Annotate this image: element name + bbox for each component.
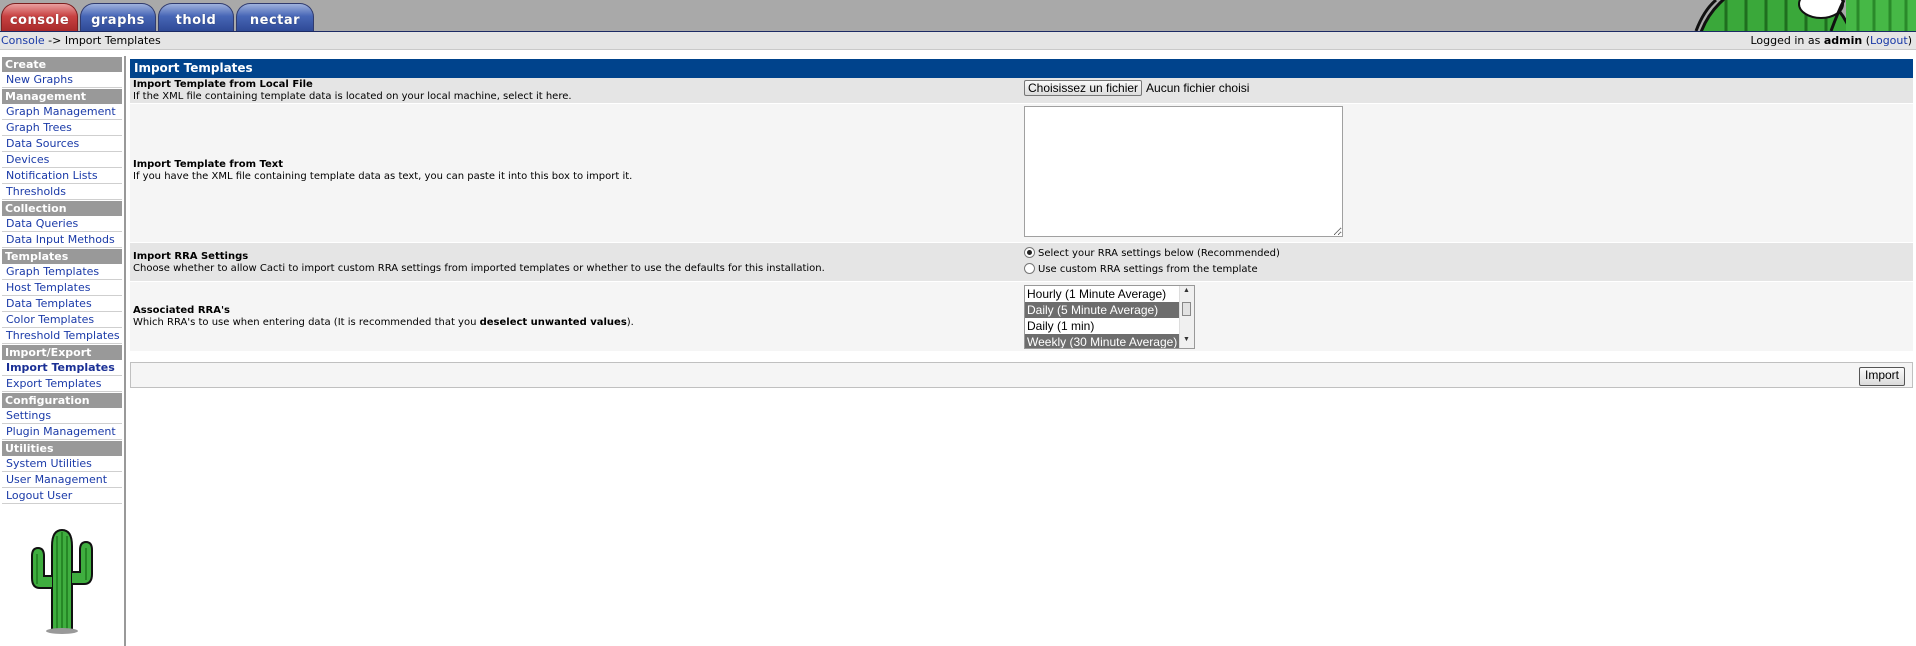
rra-option-recommended[interactable]: Select your RRA settings below (Recommen…: [1024, 246, 1280, 262]
top-tab-bar: console graphs thold nectar: [0, 0, 1916, 32]
scroll-up-arrow-icon[interactable]: ▲: [1183, 287, 1190, 294]
associated-rras-desc-prefix: Which RRA's to use when entering data (I…: [133, 317, 480, 328]
import-templates-panel: Import Templates Import Template from Lo…: [130, 59, 1913, 388]
sidebar-item-new-graphs[interactable]: New Graphs: [2, 72, 122, 88]
logged-in-label: Logged in as: [1750, 34, 1824, 47]
local-file-desc: If the XML file containing template data…: [133, 91, 572, 102]
rra-option[interactable]: Daily (1 min): [1025, 318, 1181, 334]
sidebar-item-graph-trees[interactable]: Graph Trees: [2, 120, 122, 136]
sidebar-item-data-sources[interactable]: Data Sources: [2, 136, 122, 152]
rra-option-custom-label: Use custom RRA settings from the templat…: [1038, 264, 1258, 275]
associated-rras-desc-bold: deselect unwanted values: [479, 317, 627, 328]
sidebar-item-devices[interactable]: Devices: [2, 152, 122, 168]
menu-header-import-export: Import/Export: [2, 345, 122, 360]
text-import-row: Import Template from Text If you have th…: [130, 104, 1913, 243]
associated-rras-desc-suffix: ).: [626, 317, 634, 328]
sidebar-item-system-utilities[interactable]: System Utilities: [2, 456, 122, 472]
tab-thold[interactable]: thold: [158, 3, 234, 31]
cactus-logo: [28, 526, 96, 637]
rra-option-custom[interactable]: Use custom RRA settings from the templat…: [1024, 262, 1280, 278]
rra-settings-row: Import RRA Settings Choose whether to al…: [130, 243, 1913, 282]
sidebar-item-data-templates[interactable]: Data Templates: [2, 296, 122, 312]
breadcrumb: Console -> Import Templates Logged in as…: [0, 32, 1916, 50]
text-import-title: Import Template from Text: [133, 159, 283, 170]
associated-rras-title: Associated RRA's: [133, 305, 230, 316]
sidebar-item-settings[interactable]: Settings: [2, 408, 122, 424]
sidebar-item-thresholds[interactable]: Thresholds: [2, 184, 122, 200]
rra-list-scrollbar[interactable]: ▲ ▼: [1179, 286, 1194, 348]
rra-option[interactable]: Hourly (1 Minute Average): [1025, 286, 1181, 302]
tab-nectar[interactable]: nectar: [236, 3, 314, 31]
menu-header-configuration: Configuration: [2, 393, 122, 408]
scroll-thumb[interactable]: [1182, 302, 1191, 316]
logout-link[interactable]: Logout: [1870, 34, 1908, 47]
sidebar-item-plugin-management[interactable]: Plugin Management: [2, 424, 122, 440]
radio-unselected-icon[interactable]: [1024, 263, 1035, 274]
sidebar-item-export-templates[interactable]: Export Templates: [2, 376, 122, 392]
menu-header-create: Create: [2, 57, 122, 72]
sidebar-item-user-management[interactable]: User Management: [2, 472, 122, 488]
scroll-down-arrow-icon[interactable]: ▼: [1183, 336, 1190, 343]
menu-header-management: Management: [2, 89, 122, 104]
sidebar-item-host-templates[interactable]: Host Templates: [2, 280, 122, 296]
tab-console[interactable]: console: [1, 3, 78, 31]
menu-header-templates: Templates: [2, 249, 122, 264]
logout-paren-close: ): [1907, 34, 1912, 47]
radio-selected-icon[interactable]: [1024, 247, 1035, 258]
breadcrumb-current: Import Templates: [64, 34, 161, 47]
breadcrumb-console-link[interactable]: Console: [1, 34, 45, 47]
sidebar-item-graph-templates[interactable]: Graph Templates: [2, 264, 122, 280]
rra-option-recommended-label: Select your RRA settings below (Recommen…: [1038, 248, 1280, 259]
no-file-chosen-label: Aucun fichier choisi: [1146, 81, 1250, 95]
login-status: Logged in as admin (Logout): [1750, 32, 1912, 49]
sidebar-item-graph-management[interactable]: Graph Management: [2, 104, 122, 120]
choose-file-button[interactable]: Choisissez un fichier: [1024, 80, 1143, 96]
rra-settings-title: Import RRA Settings: [133, 251, 249, 262]
sidebar-item-data-queries[interactable]: Data Queries: [2, 216, 122, 232]
breadcrumb-separator: ->: [44, 34, 65, 47]
text-import-desc: If you have the XML file containing temp…: [133, 171, 633, 182]
sidebar-item-data-input-methods[interactable]: Data Input Methods: [2, 232, 122, 248]
sidebar-item-notification-lists[interactable]: Notification Lists: [2, 168, 122, 184]
menu-header-collection-methods: Collection Methods: [2, 201, 122, 230]
panel-title: Import Templates: [130, 59, 1913, 78]
menu-header-utilities: Utilities: [2, 441, 122, 456]
sidebar-item-logout-user[interactable]: Logout User: [2, 488, 122, 504]
local-file-row: Import Template from Local File If the X…: [130, 78, 1913, 104]
tab-graphs[interactable]: graphs: [80, 3, 156, 31]
associated-rras-desc: Which RRA's to use when entering data (I…: [133, 317, 634, 329]
sidebar-item-import-templates[interactable]: Import Templates: [2, 360, 122, 376]
sidebar-item-threshold-templates[interactable]: Threshold Templates: [2, 328, 122, 344]
rra-multiselect-list[interactable]: Hourly (1 Minute Average) Daily (5 Minut…: [1024, 285, 1195, 349]
import-button[interactable]: Import: [1858, 367, 1905, 386]
rra-option[interactable]: Weekly (30 Minute Average): [1025, 334, 1181, 348]
rra-settings-desc: Choose whether to allow Cacti to import …: [133, 263, 825, 274]
local-file-title: Import Template from Local File: [133, 79, 313, 90]
sidebar-item-color-templates[interactable]: Color Templates: [2, 312, 122, 328]
form-action-bar: Import: [130, 362, 1913, 388]
sidebar-menu: Create New Graphs Management Graph Manag…: [0, 56, 126, 646]
associated-rras-row: Associated RRA's Which RRA's to use when…: [130, 282, 1913, 352]
current-user: admin: [1823, 34, 1863, 47]
logout-paren-open: (: [1862, 34, 1871, 47]
cactus-banner-logo: [1576, 0, 1916, 31]
template-xml-textarea[interactable]: [1024, 106, 1343, 237]
rra-option[interactable]: Daily (5 Minute Average): [1025, 302, 1181, 318]
